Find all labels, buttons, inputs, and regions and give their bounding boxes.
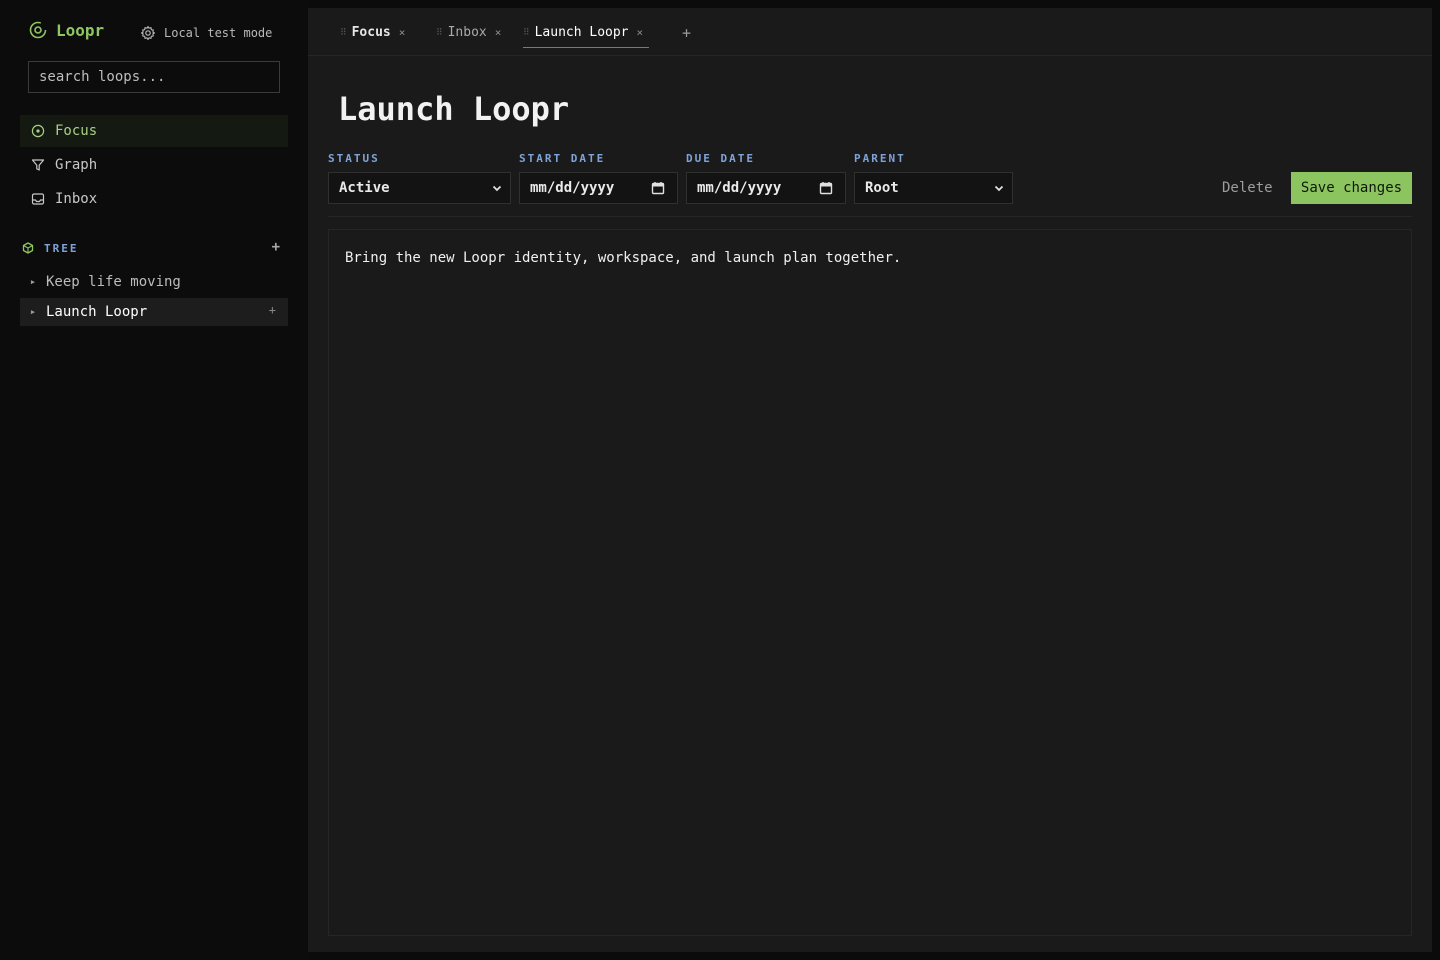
close-icon[interactable]: × xyxy=(495,26,502,39)
status-select[interactable]: Active xyxy=(328,172,511,204)
inbox-icon xyxy=(31,193,45,205)
tree-item-keep-life-moving[interactable]: ▶ Keep life moving xyxy=(20,268,288,296)
tree-item-label: Launch Loopr xyxy=(46,304,148,320)
search-input[interactable] xyxy=(28,61,280,93)
cube-icon xyxy=(22,242,34,254)
close-icon[interactable]: × xyxy=(637,26,644,39)
tree-heading: TREE xyxy=(44,241,79,255)
start-date-input[interactable]: mm/dd/yyyy xyxy=(519,172,678,204)
close-icon[interactable]: × xyxy=(399,26,406,39)
local-test-mode-button[interactable]: Local test mode xyxy=(140,25,272,41)
parent-value: Root xyxy=(865,180,899,196)
brand[interactable]: Loopr xyxy=(28,20,104,40)
tree-list: ▶ Keep life moving ▶ Launch Loopr + xyxy=(20,268,288,328)
page-title: Launch Loopr xyxy=(338,90,570,128)
nav-item-label: Inbox xyxy=(55,191,98,207)
nav-item-focus[interactable]: Focus xyxy=(20,115,288,147)
calendar-icon[interactable] xyxy=(651,181,665,195)
tab-bar: ⠿ Focus × ⠿ Inbox × ⠿ Launch Loopr × + xyxy=(308,8,1432,56)
parent-label: PARENT xyxy=(854,152,906,165)
drag-handle-icon[interactable]: ⠿ xyxy=(436,28,443,38)
tab-focus[interactable]: ⠿ Focus × xyxy=(340,18,411,48)
parent-select[interactable]: Root xyxy=(854,172,1013,204)
status-value: Active xyxy=(339,180,390,196)
new-tab-button[interactable]: + xyxy=(682,24,691,42)
tree-header: TREE + xyxy=(20,238,288,258)
mode-label: Local test mode xyxy=(164,26,273,40)
drag-handle-icon[interactable]: ⠿ xyxy=(340,28,347,38)
chevron-down-icon xyxy=(492,185,502,192)
nav-list: Focus Graph Inbox xyxy=(20,115,288,217)
status-label: STATUS xyxy=(328,152,380,165)
due-date-input[interactable]: mm/dd/yyyy xyxy=(686,172,846,204)
nav-item-label: Graph xyxy=(55,157,98,173)
tree-item-label: Keep life moving xyxy=(46,274,181,290)
calendar-icon[interactable] xyxy=(819,181,833,195)
tab-inbox[interactable]: ⠿ Inbox × xyxy=(436,18,501,48)
drag-handle-icon[interactable]: ⠿ xyxy=(523,28,530,38)
start-date-value: mm/dd/yyyy xyxy=(530,180,615,196)
due-date-value: mm/dd/yyyy xyxy=(697,180,782,196)
app-window: Loopr Local test mode Focus xyxy=(0,0,1440,960)
delete-button[interactable]: Delete xyxy=(1212,172,1283,204)
save-changes-button[interactable]: Save changes xyxy=(1291,172,1412,204)
due-date-label: DUE DATE xyxy=(686,152,755,165)
add-child-button[interactable]: + xyxy=(269,303,276,317)
brand-name: Loopr xyxy=(56,20,105,40)
gear-icon xyxy=(140,25,156,41)
tab-label: Focus xyxy=(351,25,391,40)
caret-right-icon[interactable]: ▶ xyxy=(20,278,46,286)
nav-item-graph[interactable]: Graph xyxy=(20,149,288,181)
description-text: Bring the new Loopr identity, workspace,… xyxy=(345,250,902,266)
start-date-label: START DATE xyxy=(519,152,606,165)
graph-icon xyxy=(31,159,45,171)
main-panel: ⠿ Focus × ⠿ Inbox × ⠿ Launch Loopr × + L… xyxy=(308,8,1432,952)
nav-item-label: Focus xyxy=(55,123,98,139)
description-editor[interactable]: Bring the new Loopr identity, workspace,… xyxy=(328,229,1412,936)
nav-item-inbox[interactable]: Inbox xyxy=(20,183,288,215)
loopr-logo-icon xyxy=(29,21,47,39)
tab-label: Inbox xyxy=(447,25,487,40)
tree-item-launch-loopr[interactable]: ▶ Launch Loopr + xyxy=(20,298,288,326)
divider xyxy=(328,216,1412,217)
tab-label: Launch Loopr xyxy=(534,25,629,40)
tab-launch-loopr[interactable]: ⠿ Launch Loopr × xyxy=(523,18,650,48)
caret-right-icon[interactable]: ▶ xyxy=(20,308,46,316)
chevron-down-icon xyxy=(994,185,1004,192)
add-tree-item-button[interactable]: + xyxy=(272,239,280,255)
sidebar: Loopr Local test mode Focus xyxy=(0,0,308,960)
target-icon xyxy=(31,124,45,138)
